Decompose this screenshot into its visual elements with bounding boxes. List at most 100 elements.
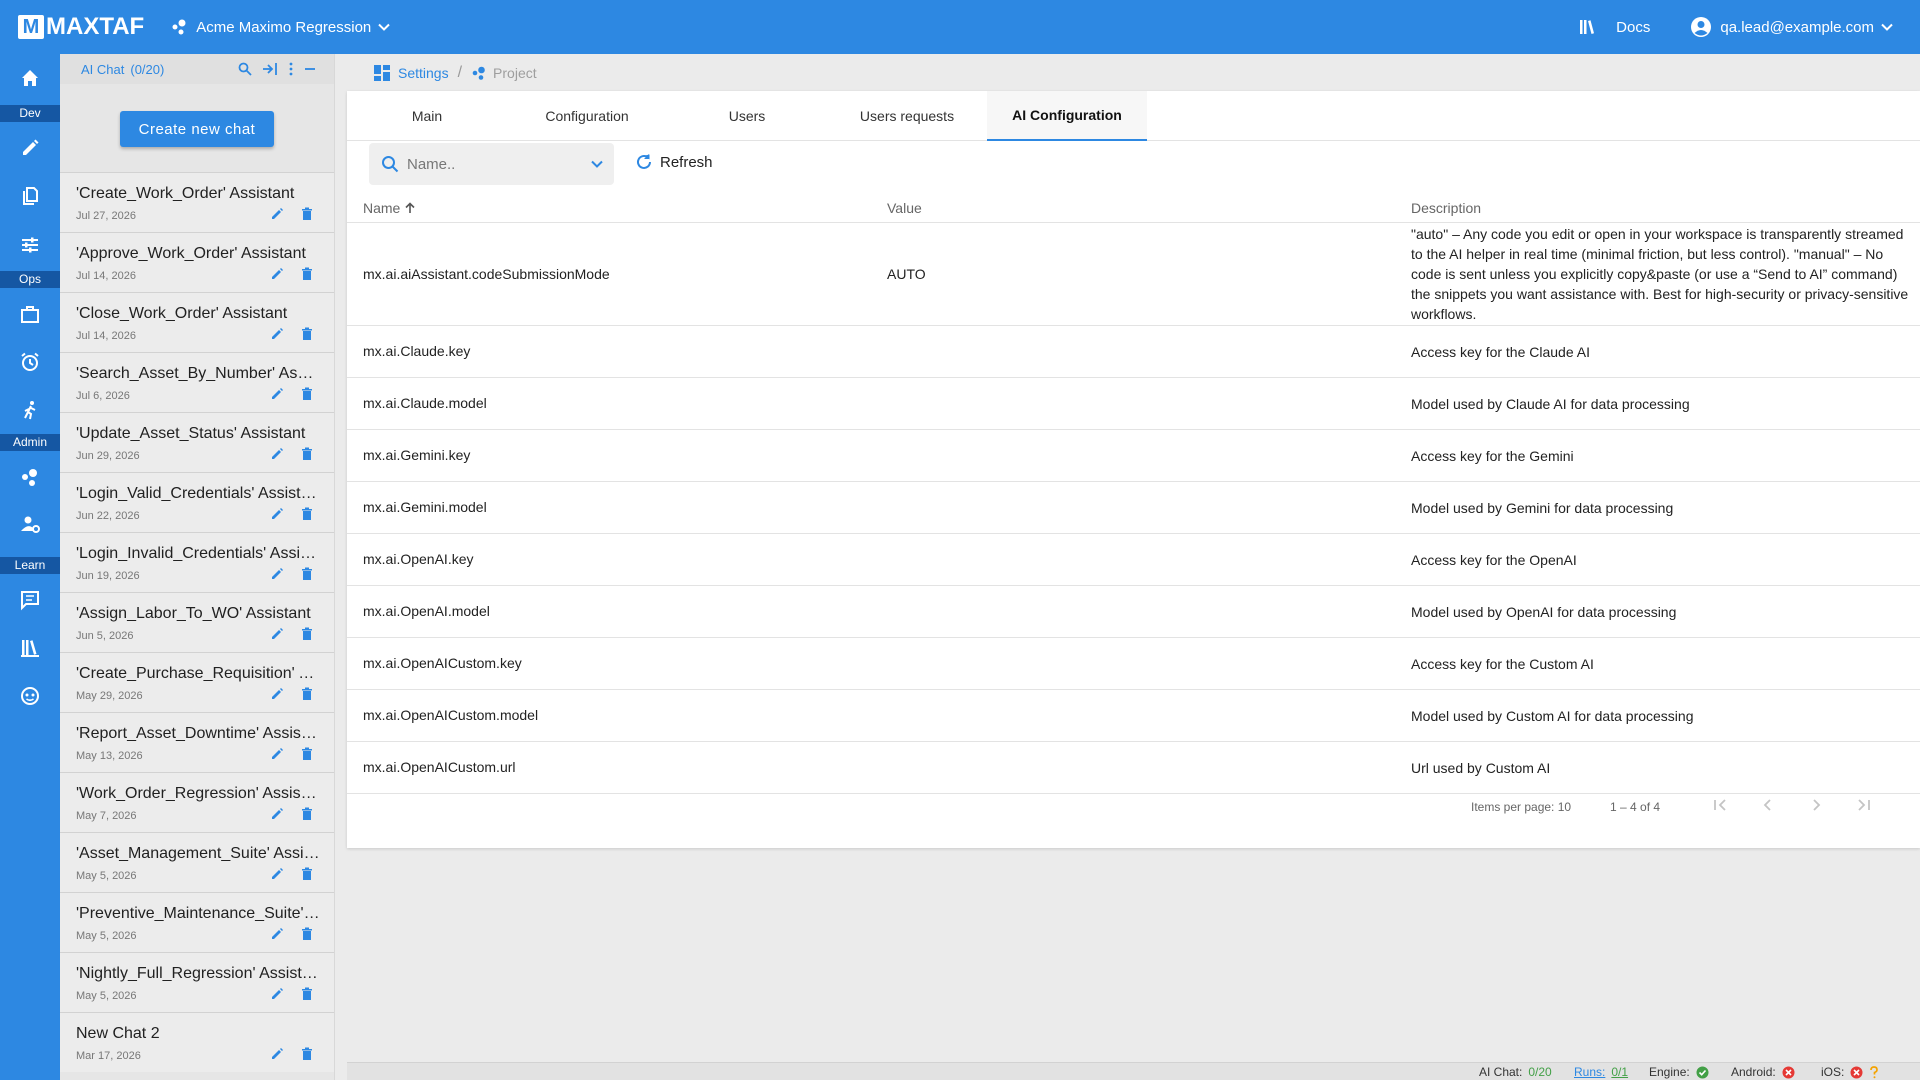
edit-icon[interactable] [270,387,284,401]
next-page-icon[interactable] [1805,794,1827,816]
delete-icon[interactable] [301,1047,313,1061]
table-row[interactable]: mx.ai.OpenAICustom.key Access key for the… [347,638,1920,690]
tab-users[interactable]: Users [667,91,827,141]
tab-configuration[interactable]: Configuration [507,91,667,141]
column-header-value[interactable]: Value [887,200,922,216]
chat-list-item[interactable]: 'Assign_Labor_To_WO' Assistant Jun 5, 202… [60,592,334,652]
table-row[interactable]: mx.ai.aiAssistant.codeSubmissionMode AUTO… [347,224,1920,326]
column-header-name[interactable]: Name [363,200,416,216]
chat-list-item[interactable]: 'Search_Asset_By_Number' Assistant Jul 6,… [60,352,334,412]
chat-list-item[interactable]: 'Nightly_Full_Regression' Assistant May 5… [60,952,334,1012]
edit-icon[interactable] [270,507,284,521]
edit-icon[interactable] [270,807,284,821]
chat-list-item[interactable]: 'Create_Purchase_Requisition' Assistant M… [60,652,334,712]
app-logo[interactable]: M MAXTAF [18,13,144,41]
account-icon [1691,17,1712,37]
delete-icon[interactable] [301,987,313,1001]
edit-icon[interactable] [270,327,284,341]
delete-icon[interactable] [301,447,313,461]
chat-list-item[interactable]: 'Close_Work_Order' Assistant Jul 14, 2026 [60,292,334,352]
create-new-chat-button[interactable]: Create new chat [120,111,274,147]
runner-icon[interactable] [0,390,60,430]
column-header-description[interactable]: Description [1411,200,1481,216]
name-search-field[interactable] [369,143,614,185]
status-runs-value[interactable]: 0/1 [1611,1065,1628,1079]
help-icon[interactable] [1869,1065,1879,1079]
delete-icon[interactable] [301,387,313,401]
edit-icon[interactable] [270,687,284,701]
edit-icon[interactable] [270,207,284,221]
delete-icon[interactable] [301,327,313,341]
delete-icon[interactable] [301,747,313,761]
user-settings-icon[interactable] [0,504,60,544]
edit-icon[interactable] [270,747,284,761]
table-row[interactable]: mx.ai.Gemini.model Model used by Gemini f… [347,482,1920,534]
chat-list-item[interactable]: New Chat 2 Mar 17, 2026 [60,1012,334,1072]
home-icon[interactable] [0,58,60,98]
search-input[interactable] [407,155,567,173]
library-icon[interactable] [0,628,60,668]
chat-list-item[interactable]: 'Work_Order_Regression' Assistant May 7, … [60,772,334,832]
edit-icon[interactable] [270,1047,284,1061]
briefcase-icon[interactable] [0,294,60,334]
edit-icon[interactable] [270,627,284,641]
chat-icon[interactable] [0,580,60,620]
chat-list-item[interactable]: 'Login_Invalid_Credentials' Assistant Jun… [60,532,334,592]
delete-icon[interactable] [301,267,313,281]
search-icon[interactable] [238,62,252,76]
chat-list-item[interactable]: 'Report_Asset_Downtime' Assistant May 13,… [60,712,334,772]
tune-icon[interactable] [0,225,60,265]
refresh-button[interactable]: Refresh [635,153,713,171]
alarm-icon[interactable] [0,342,60,382]
items-per-page-value[interactable]: 10 [1558,800,1571,814]
last-page-icon[interactable] [1853,794,1875,816]
breadcrumb-settings[interactable]: Settings [373,64,449,82]
table-row[interactable]: mx.ai.Gemini.key Access key for the Gemin… [347,430,1920,482]
docs-link[interactable]: Docs [1578,18,1650,36]
edit-icon[interactable] [270,447,284,461]
delete-icon[interactable] [301,507,313,521]
ai-assistant-icon[interactable] [0,676,60,716]
table-row[interactable]: mx.ai.OpenAI.model Model used by OpenAI f… [347,586,1920,638]
delete-icon[interactable] [301,627,313,641]
tab-users-requests[interactable]: Users requests [827,91,987,141]
delete-icon[interactable] [301,207,313,221]
chat-list-item[interactable]: 'Login_Valid_Credentials' Assistant Jun 2… [60,472,334,532]
more-vertical-icon[interactable] [288,62,294,76]
previous-page-icon[interactable] [1757,794,1779,816]
edit-icon[interactable] [270,987,284,1001]
delete-icon[interactable] [301,687,313,701]
table-row[interactable]: mx.ai.OpenAICustom.model Model used by Cu… [347,690,1920,742]
project-icon[interactable] [0,457,60,497]
chat-list-item[interactable]: 'Update_Asset_Status' Assistant Jun 29, 2… [60,412,334,472]
delete-icon[interactable] [301,567,313,581]
edit-icon[interactable] [270,267,284,281]
table-row[interactable]: mx.ai.Claude.model Model used by Claude A… [347,378,1920,430]
edit-icon[interactable] [270,867,284,881]
status-runs[interactable]: Runs: 0/1 [1574,1065,1628,1079]
tab-ai-configuration[interactable]: AI Configuration [987,91,1147,141]
documents-icon[interactable] [0,176,60,216]
delete-icon[interactable] [301,867,313,881]
minimize-icon[interactable] [304,62,316,76]
delete-icon[interactable] [301,927,313,941]
edit-icon[interactable] [270,567,284,581]
delete-icon[interactable] [301,807,313,821]
collapse-panel-icon[interactable] [262,62,278,76]
chat-list-item[interactable]: 'Create_Work_Order' Assistant Jul 27, 202… [60,172,334,232]
cell-value[interactable]: AUTO [887,266,926,282]
table-row[interactable]: mx.ai.OpenAI.key Access key for the OpenA… [347,534,1920,586]
status-runs-label[interactable]: Runs: [1574,1065,1605,1079]
chevron-down-icon[interactable] [590,157,604,171]
chat-title: 'Create_Purchase_Requisition' Assistant [76,665,321,682]
chat-list-item[interactable]: 'Asset_Management_Suite' Assistant May 5,… [60,832,334,892]
chat-list-item[interactable]: 'Preventive_Maintenance_Suite' Assistant… [60,892,334,952]
user-menu[interactable]: qa.lead@example.com [1690,16,1894,38]
pencil-icon[interactable] [0,128,60,168]
table-row[interactable]: mx.ai.Claude.key Access key for the Claud… [347,326,1920,378]
first-page-icon[interactable] [1709,794,1731,816]
project-selector[interactable]: Acme Maximo Regression [170,18,399,36]
edit-icon[interactable] [270,927,284,941]
tab-main[interactable]: Main [347,91,507,141]
chat-list-item[interactable]: 'Approve_Work_Order' Assistant Jul 14, 20… [60,232,334,292]
